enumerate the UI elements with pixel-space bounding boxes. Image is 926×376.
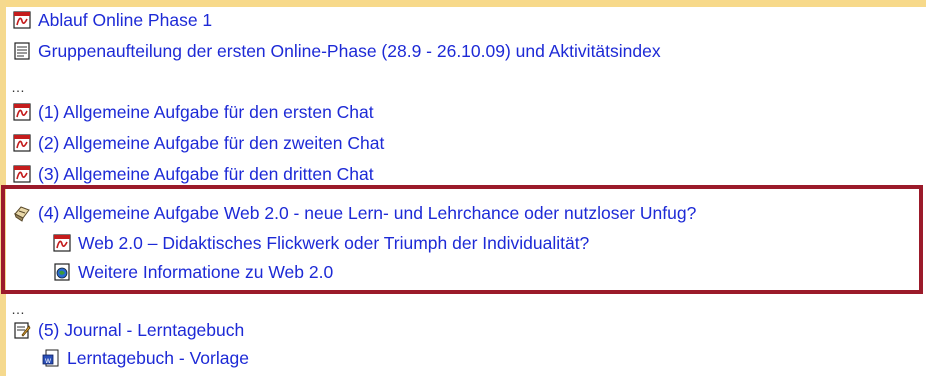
pdf-icon	[13, 103, 31, 121]
forum-icon	[13, 204, 31, 222]
journal-icon	[13, 321, 31, 339]
resource-link[interactable]: Ablauf Online Phase 1	[38, 8, 212, 32]
list-item: (4) Allgemeine Aufgabe Web 2.0 - neue Le…	[13, 201, 696, 225]
web-link-icon	[53, 263, 71, 281]
list-item: Ablauf Online Phase 1	[13, 8, 212, 32]
list-item: (3) Allgemeine Aufgabe für den dritten C…	[13, 162, 374, 186]
list-item: (2) Allgemeine Aufgabe für den zweiten C…	[13, 131, 384, 155]
journal-link[interactable]: (5) Journal - Lerntagebuch	[38, 318, 244, 342]
resource-link[interactable]: Weitere Informatione zu Web 2.0	[78, 260, 333, 284]
ellipsis: …	[11, 79, 25, 95]
list-item: (1) Allgemeine Aufgabe für den ersten Ch…	[13, 100, 374, 124]
list-item: Web 2.0 – Didaktisches Flickwerk oder Tr…	[53, 231, 589, 255]
pdf-icon	[13, 11, 31, 29]
resource-link[interactable]: (1) Allgemeine Aufgabe für den ersten Ch…	[38, 100, 374, 124]
list-item: Weitere Informatione zu Web 2.0	[53, 260, 333, 284]
resource-link[interactable]: Gruppenaufteilung der ersten Online-Phas…	[38, 39, 661, 63]
list-item: Gruppenaufteilung der ersten Online-Phas…	[13, 39, 661, 63]
section-header-bar	[0, 0, 926, 7]
resource-link[interactable]: (3) Allgemeine Aufgabe für den dritten C…	[38, 162, 374, 186]
resource-link[interactable]: (2) Allgemeine Aufgabe für den zweiten C…	[38, 131, 384, 155]
forum-link[interactable]: (4) Allgemeine Aufgabe Web 2.0 - neue Le…	[38, 201, 696, 225]
ellipsis: …	[11, 301, 25, 317]
resource-link[interactable]: Lerntagebuch - Vorlage	[67, 346, 249, 370]
pdf-icon	[53, 234, 71, 252]
resource-link[interactable]: Web 2.0 – Didaktisches Flickwerk oder Tr…	[78, 231, 589, 255]
pdf-icon	[13, 134, 31, 152]
list-item: w Lerntagebuch - Vorlage	[42, 346, 249, 370]
word-doc-icon: w	[42, 349, 60, 367]
svg-text:w: w	[44, 356, 51, 365]
document-icon	[13, 42, 31, 60]
list-item: (5) Journal - Lerntagebuch	[13, 318, 244, 342]
pdf-icon	[13, 165, 31, 183]
